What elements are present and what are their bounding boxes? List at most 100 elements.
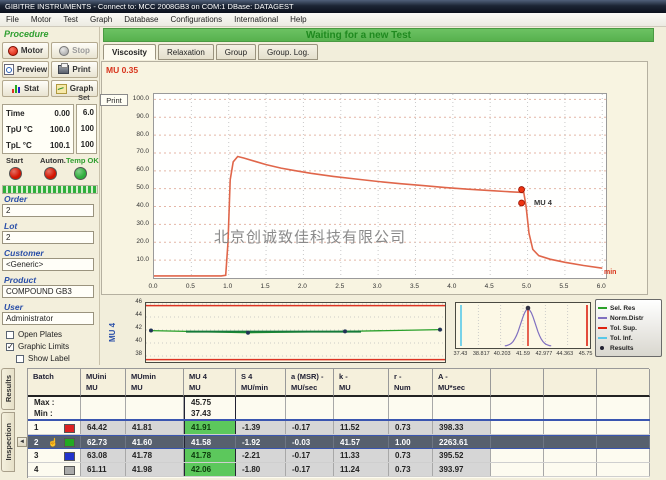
batch-color-square — [64, 424, 75, 433]
col-header-mumin[interactable]: MUminMU — [126, 369, 184, 397]
checkbox-row: Open Plates — [6, 330, 62, 339]
preview-button[interactable]: Preview — [2, 61, 49, 78]
col-header-batch[interactable]: Batch — [28, 369, 81, 397]
checkbox-show-label[interactable] — [16, 355, 24, 363]
customer-field[interactable]: <Generic> — [2, 258, 94, 271]
menu-item-file[interactable]: File — [0, 13, 25, 26]
col-header-muini[interactable]: MUiniMU — [81, 369, 126, 397]
product-field[interactable]: COMPOUND GB3 — [2, 285, 94, 298]
chart-header-value: MU 0.35 — [106, 65, 138, 75]
tab-group-log-[interactable]: Group. Log. — [258, 44, 318, 60]
param-label: Time — [6, 109, 54, 118]
print-button[interactable]: Print — [51, 61, 98, 78]
app-window: GIBITRE INSTRUMENTS - Connect to: MCC 20… — [0, 0, 666, 480]
menu-bar: FileMotorTestGraphDatabaseConfigurations… — [0, 13, 666, 27]
cell — [433, 408, 491, 419]
col-header-r-[interactable]: r -Num — [389, 369, 433, 397]
legend-label: Results — [610, 345, 633, 352]
param-label: TpU °C — [6, 125, 50, 134]
cell — [286, 408, 334, 419]
menu-item-international[interactable]: International — [228, 13, 284, 26]
checkbox-open-plates[interactable] — [6, 331, 14, 339]
legend-line-marker — [598, 317, 607, 319]
cell — [544, 449, 597, 462]
cell: 11.33 — [334, 449, 389, 462]
menu-item-motor[interactable]: Motor — [25, 13, 57, 26]
motor-button[interactable]: Motor — [2, 42, 49, 59]
batch-row-3[interactable]: 363.0841.7841.78-2.21-0.1711.330.73395.5… — [28, 449, 650, 463]
checkbox-graphic-limits[interactable] — [6, 343, 14, 351]
collapse-arrow-button[interactable]: ◄ — [17, 437, 27, 447]
cell: 42.06 — [184, 463, 236, 476]
side-tab-inspection[interactable]: Inspection — [1, 412, 15, 472]
x-tick: 1.0 — [218, 283, 238, 290]
col-header-empty[interactable] — [544, 369, 597, 397]
tab-viscosity[interactable]: Viscosity — [103, 44, 156, 60]
cell: 45.75 — [184, 397, 236, 408]
side-tab-results[interactable]: Results — [1, 368, 15, 410]
col-header-empty[interactable] — [491, 369, 544, 397]
cell: 41.91 — [184, 421, 236, 434]
cell — [81, 397, 126, 408]
param-set-value[interactable]: 6.0 — [77, 105, 96, 121]
cell — [126, 408, 184, 419]
cell: 0.73 — [389, 449, 433, 462]
x-axis-unit-label: min — [604, 269, 616, 276]
menu-item-graph[interactable]: Graph — [84, 13, 118, 26]
mu4-trend-plot[interactable] — [145, 302, 446, 363]
results-table[interactable]: BatchMUiniMUMUminMUMU 4MUS 4MU/mina (MSR… — [27, 368, 649, 478]
dist-x-tick: 44.363 — [554, 351, 575, 359]
dist-x-tick: 37.43 — [450, 351, 471, 359]
tab-relaxation[interactable]: Relaxation — [158, 44, 214, 60]
cell: 41.78 — [184, 449, 236, 462]
menu-item-test[interactable]: Test — [57, 13, 84, 26]
col-header-k-[interactable]: k -MU — [334, 369, 389, 397]
trend-y-tick: 40 — [120, 338, 142, 344]
batch-row-4[interactable]: 461.1141.9842.06-1.80-0.1711.240.73393.9… — [28, 463, 650, 477]
menu-item-database[interactable]: Database — [118, 13, 164, 26]
col-header-line2: MU/sec — [291, 382, 333, 393]
lot-field[interactable]: 2 — [2, 231, 94, 244]
cell — [491, 436, 544, 448]
order-field[interactable]: 2 — [2, 204, 94, 217]
legend-entry: Tol. Inf. — [598, 333, 659, 343]
field-label-user: User — [4, 302, 23, 312]
batch-row-1[interactable]: 164.4241.8141.91-1.39-0.1711.520.73398.3… — [28, 421, 650, 435]
stop-button[interactable]: Stop — [51, 42, 98, 59]
cell: -0.17 — [286, 421, 334, 434]
title-bar[interactable]: GIBITRE INSTRUMENTS - Connect to: MCC 20… — [0, 0, 666, 13]
menu-item-configurations[interactable]: Configurations — [165, 13, 229, 26]
col-header-s-4[interactable]: S 4MU/min — [236, 369, 286, 397]
trend-y-axis-label: MU 4 — [104, 312, 117, 352]
batch-row-2[interactable]: 2☝62.7341.6041.58-1.92-0.0341.571.002263… — [28, 435, 650, 449]
param-set-value[interactable]: 100 — [77, 121, 96, 137]
graph-button[interactable]: Graph — [51, 80, 98, 97]
print-button-label: Print — [72, 65, 90, 74]
tab-group[interactable]: Group — [216, 44, 256, 60]
col-header-line1: r - — [394, 371, 432, 382]
col-header-line2: MU — [131, 382, 183, 393]
stat-button[interactable]: Stat — [2, 80, 49, 97]
col-header-empty[interactable] — [597, 369, 650, 397]
x-tick: 5.0 — [517, 283, 537, 290]
viscosity-plot[interactable] — [153, 93, 607, 279]
procedure-title: Procedure — [4, 29, 49, 39]
legend-label: Sel. Res — [610, 305, 635, 312]
menu-item-help[interactable]: Help — [284, 13, 312, 26]
x-tick: 0.0 — [143, 283, 163, 290]
param-set-value[interactable]: 100 — [77, 137, 96, 153]
watermark: 北京创诚致佳科技有限公司 — [214, 226, 554, 247]
status-banner-text: Waiting for a new Test — [306, 30, 411, 41]
col-header-mu-4[interactable]: MU 4MU — [184, 369, 236, 397]
col-header-a-msr-[interactable]: a (MSR) -MU/sec — [286, 369, 334, 397]
col-header-a-[interactable]: A -MU*sec — [433, 369, 491, 397]
col-header-line1: MU 4 — [189, 371, 235, 382]
col-header-line1: a (MSR) - — [291, 371, 333, 382]
col-header-line1: S 4 — [241, 371, 285, 382]
cell: 398.33 — [433, 421, 491, 434]
user-field[interactable]: Administrator — [2, 312, 94, 325]
distribution-svg — [456, 303, 590, 348]
distribution-plot[interactable] — [455, 302, 591, 349]
cell: 0.73 — [389, 463, 433, 476]
trend-y-tick: 42 — [120, 325, 142, 331]
